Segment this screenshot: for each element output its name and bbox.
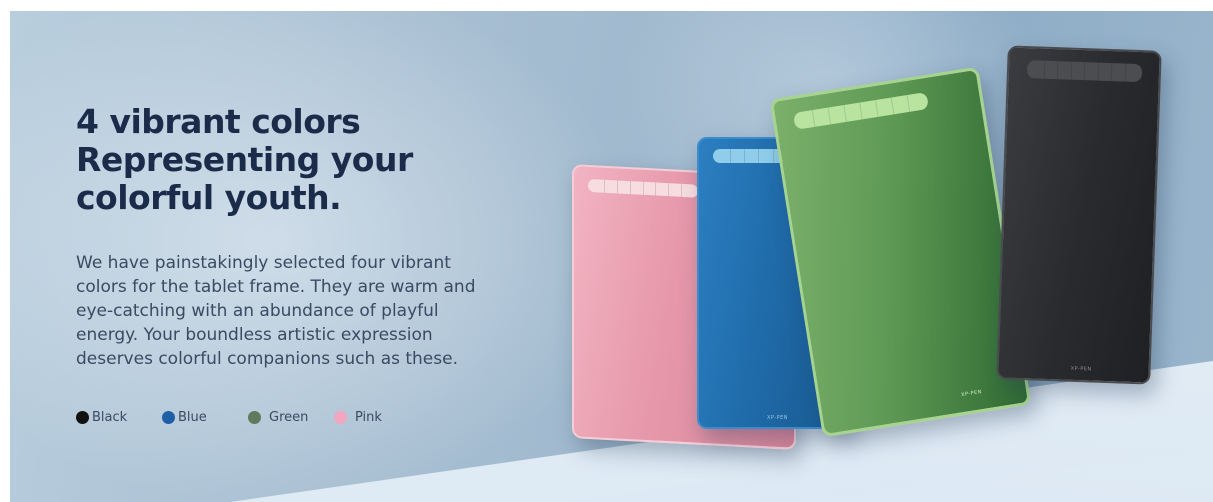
- color-option-green[interactable]: Green: [248, 410, 334, 425]
- color-dot-icon: [334, 411, 347, 424]
- headline-line: colorful youth.: [76, 178, 342, 217]
- tablet-brand-logo: XP-PEN: [960, 389, 983, 399]
- color-option-blue[interactable]: Blue: [162, 410, 248, 425]
- description-line: colors for the tablet frame. They are wa…: [76, 277, 476, 297]
- express-keys: [792, 91, 929, 130]
- express-keys: [1026, 60, 1143, 83]
- description: We have painstakingly selected four vibr…: [76, 251, 526, 371]
- color-dot-icon: [162, 411, 175, 424]
- headline-line: Representing your: [76, 140, 413, 179]
- description-line: eye-catching with an abundance of playfu…: [76, 301, 439, 321]
- color-option-black[interactable]: Black: [76, 410, 162, 425]
- color-label: Green: [269, 410, 309, 425]
- tablet-brand-logo: XP-PEN: [767, 415, 789, 421]
- color-label: Black: [92, 410, 128, 425]
- headline: 4 vibrant colors Representing your color…: [76, 103, 556, 217]
- description-line: deserves colorful companions such as the…: [76, 349, 458, 369]
- color-dot-icon: [248, 411, 261, 424]
- color-dot-icon: [76, 411, 89, 424]
- description-line: energy. Your boundless artistic expressi…: [76, 325, 433, 345]
- color-label: Pink: [355, 410, 382, 425]
- description-line: We have painstakingly selected four vibr…: [76, 253, 451, 273]
- color-options: Black Blue Green Pink: [76, 410, 382, 425]
- color-option-pink[interactable]: Pink: [334, 410, 382, 425]
- express-keys: [588, 178, 698, 198]
- tablet-black: XP-PEN: [996, 45, 1162, 385]
- headline-line: 4 vibrant colors: [76, 102, 361, 141]
- tablet-brand-logo: XP-PEN: [1070, 365, 1092, 373]
- color-label: Blue: [178, 410, 207, 425]
